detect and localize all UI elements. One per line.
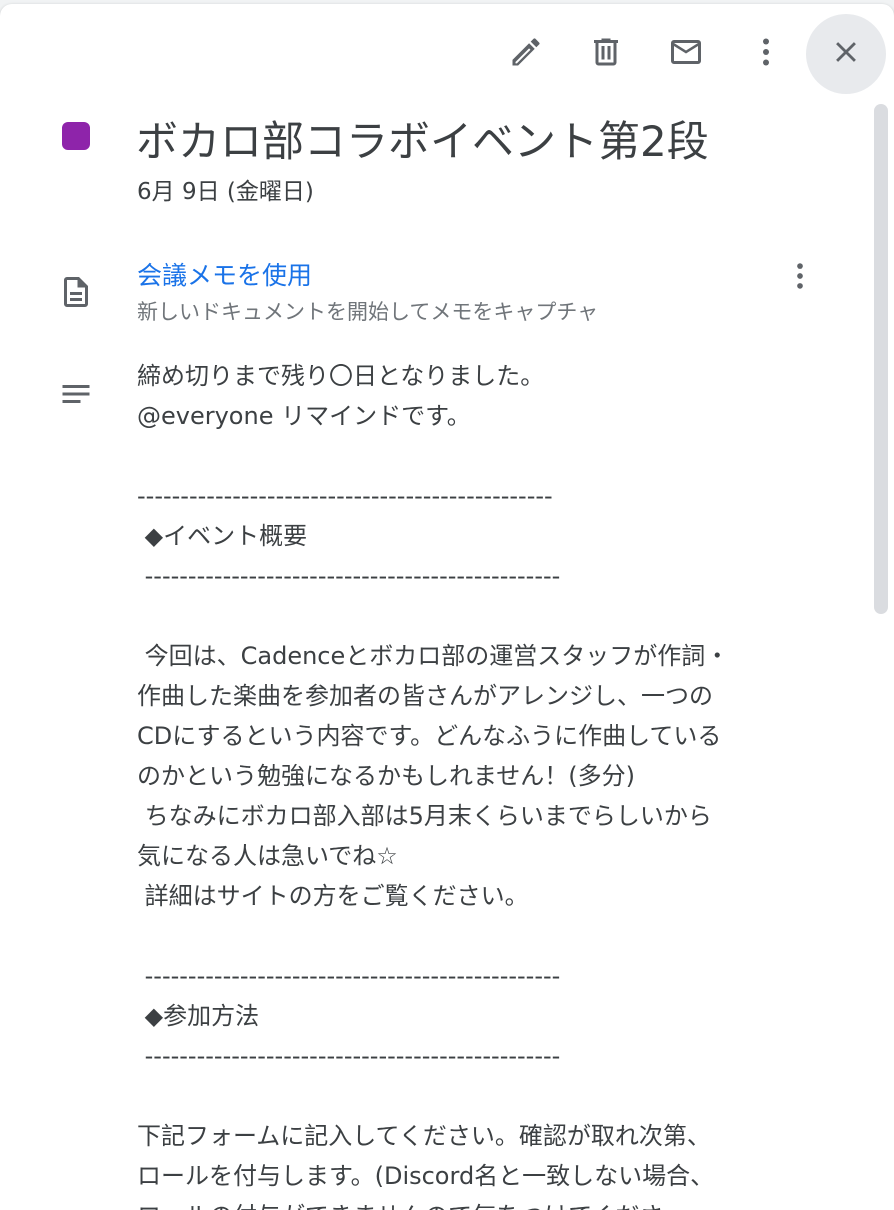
description-line: ちなみにボカロ部入部は5月末くらいまでらしいから: [137, 802, 712, 830]
notes-lines-icon: [58, 376, 94, 412]
close-icon: [829, 35, 863, 74]
description-line: 詳細はサイトの方をご覧ください。: [137, 882, 529, 910]
event-date: 6月 9日 (金曜日): [137, 179, 314, 205]
mail-icon: [668, 34, 704, 75]
close-button[interactable]: [806, 14, 886, 94]
description-line: [137, 1076, 837, 1116]
description-line: 作曲した楽曲を参加者の皆さんがアレンジし、一つの: [137, 682, 713, 710]
event-details-card: ボカロ部コラボイベント第2段 6月 9日 (金曜日) 会議メモを使用 新しいドキ…: [0, 4, 894, 1210]
description-line: ----------------------------------------…: [137, 1042, 561, 1070]
description-line: CDにするという内容です。どんなふうに作曲している: [137, 722, 722, 750]
description-line: 今回は、Cadenceとボカロ部の運営スタッフが作詞・: [137, 642, 730, 670]
document-icon: [58, 274, 94, 310]
description-line: ロールを付与します。(Discord名と一致しない場合、: [137, 1162, 715, 1190]
use-meeting-notes-link[interactable]: 会議メモを使用: [137, 256, 312, 292]
description-line: 下記フォームに記入してください。確認が取れ次第、: [137, 1122, 711, 1150]
event-description: 締め切りまで残り〇日となりました。 @everyone リマインドです。 -----…: [137, 356, 837, 1210]
description-line: ◆参加方法: [137, 1002, 260, 1030]
event-color-dot: [62, 122, 90, 150]
edit-button[interactable]: [486, 14, 566, 94]
description-line: [137, 916, 837, 956]
vertical-dots-icon: [748, 34, 784, 75]
description-line: ----------------------------------------…: [137, 562, 561, 590]
description-line: 気になる人は急いでね☆: [137, 842, 398, 870]
description-line: ◆イベント概要: [137, 522, 308, 550]
description-line: [137, 596, 837, 636]
delete-button[interactable]: [566, 14, 646, 94]
meeting-notes-more-button[interactable]: [780, 258, 820, 298]
trash-icon: [588, 34, 624, 75]
email-guests-button[interactable]: [646, 14, 726, 94]
description-line: @everyone リマインドです。: [137, 402, 471, 430]
description-line: ロールの付与ができませんので気をつけてくださ: [137, 1196, 837, 1210]
vertical-dots-icon: [783, 259, 817, 298]
description-line: [137, 436, 837, 476]
description-line: のかという勉強になるかもしれません！(多分): [137, 762, 636, 790]
event-title: ボカロ部コラボイベント第2段: [136, 117, 709, 166]
meeting-notes-subtitle: 新しいドキュメントを開始してメモをキャプチャ: [137, 300, 599, 324]
event-toolbar: [486, 14, 886, 94]
pencil-icon: [508, 34, 544, 75]
scrollbar[interactable]: [874, 104, 888, 614]
more-options-button[interactable]: [726, 14, 806, 94]
description-line: ----------------------------------------…: [137, 962, 561, 990]
description-line: ----------------------------------------…: [137, 482, 553, 510]
description-line: 締め切りまで残り〇日となりました。: [137, 362, 545, 390]
